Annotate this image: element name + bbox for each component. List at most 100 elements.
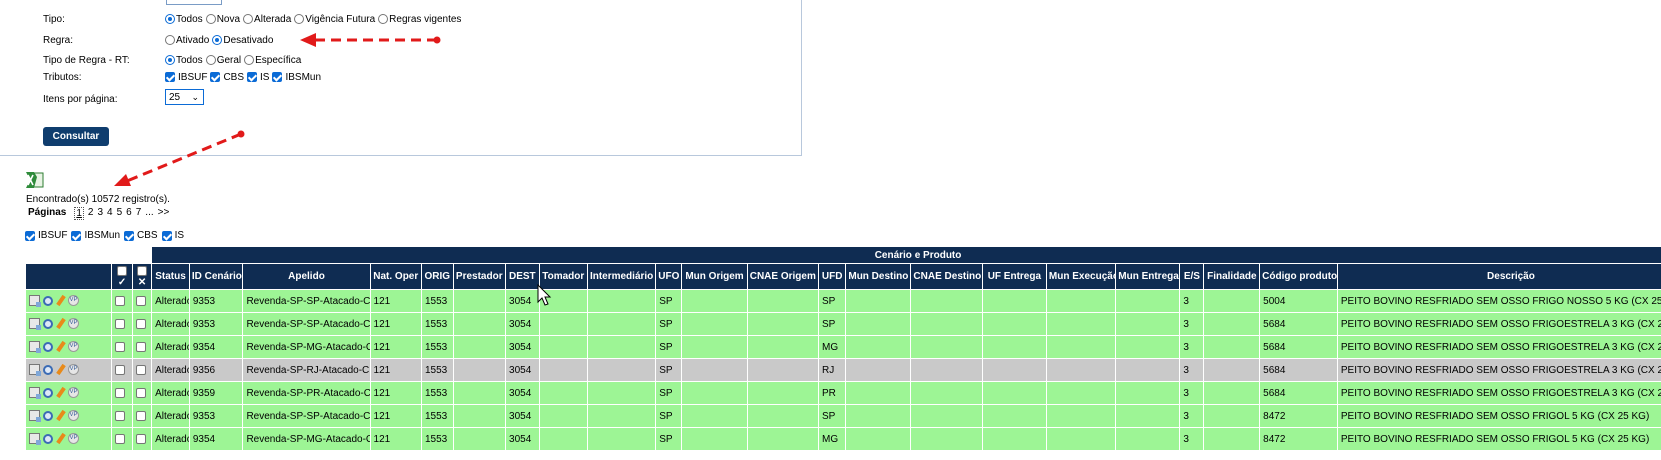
edit-pencil-icon[interactable] — [56, 341, 66, 353]
table-row[interactable]: VP Alterado9356Revenda-SP-RJ-Atacado-CFNC… — [24, 358, 1661, 382]
row-checkbox[interactable] — [115, 341, 126, 352]
column-toggle-checkbox-cbs[interactable] — [124, 230, 135, 241]
page-link[interactable]: 3 — [97, 207, 103, 220]
row-checkbox[interactable] — [115, 318, 126, 329]
cell-c-digo-produto: 8472 — [1259, 427, 1338, 451]
cell-descri-o: PEITO BOVINO RESFRIADO SEM OSSO FRIGOL 5… — [1336, 404, 1661, 428]
row-checkbox[interactable] — [136, 387, 147, 398]
document-icon[interactable] — [29, 387, 41, 400]
search-icon[interactable] — [43, 387, 53, 398]
tributo-checkbox-ibsuf[interactable] — [165, 72, 175, 82]
tributo-checkbox-cbs[interactable] — [210, 72, 221, 82]
cell-dest: 3054 — [505, 312, 540, 336]
document-icon[interactable] — [29, 318, 41, 331]
document-icon[interactable] — [29, 433, 41, 446]
itens-por-pagina-select[interactable]: 25 ⌄ — [165, 89, 204, 105]
edit-pencil-icon[interactable] — [56, 364, 66, 376]
cell-ufd: PR — [817, 381, 847, 405]
vp-icon[interactable]: VP — [68, 364, 79, 376]
vp-icon[interactable]: VP — [68, 387, 79, 399]
regra-radio-1[interactable] — [212, 35, 223, 45]
page-link[interactable]: 4 — [107, 207, 113, 220]
row-checkbox[interactable] — [136, 295, 147, 306]
search-icon[interactable] — [43, 410, 53, 421]
search-icon[interactable] — [43, 318, 53, 329]
page-link[interactable]: 2 — [88, 207, 94, 220]
row-checkbox[interactable] — [115, 387, 126, 398]
row-checkbox[interactable] — [136, 318, 147, 329]
page-link[interactable]: 5 — [117, 207, 123, 220]
edit-pencil-icon[interactable] — [56, 318, 66, 330]
table-row[interactable]: VP Alterado9353Revenda-SP-SP-Atacado-CFNC… — [24, 289, 1661, 313]
column-header-prestador: Prestador — [452, 263, 507, 290]
excel-export-icon[interactable] — [25, 171, 45, 189]
tributo-checkbox-is[interactable] — [247, 72, 258, 82]
cell-mun-entrega — [1115, 289, 1181, 313]
cell-tomador — [538, 427, 588, 451]
tipo-radio-0[interactable] — [165, 14, 175, 24]
row-checkbox[interactable] — [115, 295, 126, 306]
tributo-checkbox-ibsmun[interactable] — [272, 72, 283, 82]
deselect-all-checkbox[interactable] — [137, 265, 148, 276]
cell-intermedi-rio — [586, 289, 657, 313]
page-link[interactable]: 7 — [136, 207, 142, 220]
cell-tomador — [538, 312, 588, 336]
row-checkbox[interactable] — [115, 364, 126, 375]
edit-pencil-icon[interactable] — [56, 410, 66, 422]
itens-label: Itens por página: — [43, 93, 118, 105]
tipo-radio-2[interactable] — [243, 14, 254, 24]
search-icon[interactable] — [43, 364, 53, 375]
document-icon[interactable] — [29, 410, 41, 423]
row-checkbox[interactable] — [136, 364, 147, 375]
table-row[interactable]: VP Alterado9353Revenda-SP-SP-Atacado-CFNC… — [24, 312, 1661, 336]
page-link[interactable]: 1 — [74, 207, 84, 220]
search-icon[interactable] — [43, 433, 53, 444]
table-row[interactable]: VP Alterado9354Revenda-SP-MG-Atacado-CFNC… — [24, 335, 1661, 359]
top-input-field[interactable] — [166, 0, 222, 5]
row-checkbox[interactable] — [136, 341, 147, 352]
tipo-rt-label: Tipo de Regra - RT: — [43, 54, 130, 66]
table-row[interactable]: VP Alterado9353Revenda-SP-SP-Atacado-CFNC… — [24, 404, 1661, 428]
cell-ufo: SP — [655, 312, 683, 336]
search-icon[interactable] — [43, 341, 53, 352]
column-toggle-checkbox-ibsuf[interactable] — [25, 230, 35, 241]
table-row[interactable]: VP Alterado9359Revenda-SP-PR-Atacado-CFNC… — [24, 381, 1661, 405]
tipo-rt-radio-0[interactable] — [165, 55, 175, 65]
document-icon[interactable] — [29, 364, 41, 377]
tipo-rt-radio-2[interactable] — [244, 55, 255, 65]
cell-mun-destino — [845, 404, 912, 428]
select-all-checkbox[interactable] — [117, 265, 128, 276]
edit-pencil-icon[interactable] — [56, 433, 66, 445]
row-checkbox[interactable] — [136, 433, 147, 444]
consultar-button[interactable]: Consultar — [43, 127, 109, 146]
table-row[interactable]: VP Alterado9354Revenda-SP-MG-Atacado-CFNC… — [24, 427, 1661, 451]
cell-intermedi-rio — [586, 312, 657, 336]
cell-descri-o: PEITO BOVINO RESFRIADO SEM OSSO FRIGO NO… — [1336, 289, 1661, 313]
vp-icon[interactable]: VP — [68, 410, 79, 422]
column-toggle-checkbox-ibsmun[interactable] — [71, 230, 82, 241]
row-checkbox[interactable] — [136, 410, 147, 421]
vp-icon[interactable]: VP — [68, 341, 79, 353]
vp-icon[interactable]: VP — [68, 318, 79, 330]
page-link[interactable]: 6 — [126, 207, 132, 220]
row-check-cell — [132, 335, 153, 359]
tipo-radio-1[interactable] — [205, 14, 216, 24]
column-toggle-checkbox-is[interactable] — [161, 230, 172, 241]
document-icon[interactable] — [29, 295, 41, 308]
vp-icon[interactable]: VP — [68, 433, 79, 445]
edit-pencil-icon[interactable] — [56, 295, 66, 307]
regra-radio-0[interactable] — [165, 35, 175, 45]
document-icon[interactable] — [29, 341, 41, 354]
tipo-radio-4[interactable] — [378, 14, 389, 24]
row-checkbox[interactable] — [115, 433, 126, 444]
page-link[interactable]: ... — [145, 207, 153, 220]
edit-pencil-icon[interactable] — [56, 387, 66, 399]
cell-mun-entrega — [1115, 404, 1181, 428]
page-link[interactable]: >> — [158, 207, 170, 220]
vp-icon[interactable]: VP — [68, 295, 79, 307]
row-checkbox[interactable] — [115, 410, 126, 421]
search-icon[interactable] — [43, 295, 53, 306]
tipo-radio-3[interactable] — [294, 14, 305, 24]
tipo-rt-radio-1[interactable] — [205, 55, 216, 65]
cell-intermedi-rio — [586, 404, 657, 428]
